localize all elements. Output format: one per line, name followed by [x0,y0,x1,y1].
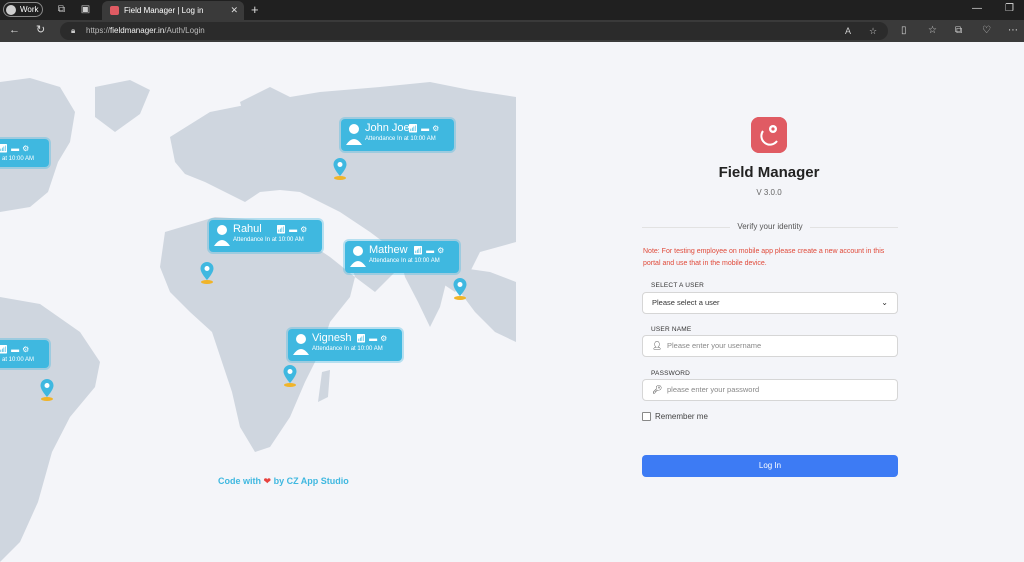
tab-title: Field Manager | Log in [124,6,204,15]
username-placeholder: Please enter your username [667,341,762,350]
minimize-icon[interactable]: — [972,3,982,14]
employee-card-subtitle: Attendance In at 10:00 AM [369,258,440,264]
refresh-icon[interactable]: ↻ [36,24,45,37]
read-aloud-icon[interactable]: A [845,22,851,40]
user-icon [350,246,366,267]
address-bar[interactable]: 🔒︎ https://fieldmanager.in/Auth/Login A … [60,22,888,40]
more-menu-icon[interactable]: ⋯ [1008,25,1018,37]
employee-card-john-joe: John Joe 📶︎▬⚙︎ Attendance In at 10:00 AM [341,119,454,151]
verify-heading: Verify your identity [730,222,810,231]
new-tab-icon[interactable]: + [251,2,259,17]
employee-card: 📶︎▬⚙︎ at 10:00 AM [0,340,49,368]
employee-card: 📶︎▬⚙︎ at 10:00 AM [0,139,49,167]
map-dot [510,326,513,329]
employee-card-vignesh: Vignesh 📶︎▬⚙︎ Attendance In at 10:00 AM [288,329,402,361]
user-select-value: Please select a user [652,298,720,307]
employee-card-subtitle: Attendance In at 10:00 AM [365,136,436,142]
user-icon: 👤︎ [652,341,663,350]
password-label: PASSWORD [651,370,691,377]
location-pin-icon [333,158,347,180]
url-host: fieldmanager.in [110,26,165,35]
favorites-icon[interactable]: ☆ [928,25,937,37]
status-icons: 📶︎▬⚙︎ [0,144,33,153]
location-pin-icon [200,262,214,284]
footer-credit: Code with ❤ by CZ App Studio [218,476,349,487]
user-icon [293,334,309,355]
username-field[interactable]: 👤︎ Please enter your username [642,335,898,357]
status-icons: 📶︎▬⚙︎ [276,225,311,234]
app-logo-icon [751,117,787,153]
status-icons: 📶︎▬⚙︎ [0,345,33,354]
status-icons: 📶︎▬⚙︎ [413,246,448,255]
employee-card-name: John Joe [365,122,410,134]
location-pin-icon [40,379,54,401]
employee-card-name: Rahul [233,223,262,235]
employee-card-subtitle: Attendance In at 10:00 AM [312,346,383,352]
employee-card-name: Mathew [369,244,408,256]
tab-field-manager[interactable]: Field Manager | Log in ✕ [102,1,244,20]
profile-button[interactable]: Work [3,2,43,17]
heart-icon: ❤ [263,476,272,486]
workspaces-icon[interactable]: ⧉ [56,4,67,15]
testing-note: Note: For testing employee on mobile app… [643,248,885,267]
avatar [6,4,16,15]
status-icons: 📶︎▬⚙︎ [408,124,443,133]
employee-card-name: Vignesh [312,332,352,344]
split-screen-icon[interactable]: ▯ [901,25,907,37]
employee-card-rahul: Rahul 📶︎▬⚙︎ Attendance In at 10:00 AM [209,220,322,252]
employee-card-mathew: Mathew 📶︎▬⚙︎ Attendance In at 10:00 AM [345,241,459,273]
key-icon: 🔑︎ [652,385,663,394]
remember-me-checkbox[interactable] [642,412,651,421]
tab-favicon-icon [110,6,119,15]
user-select[interactable]: Please select a user ⌄ [642,292,898,314]
app-version: V 3.0.0 [756,188,782,197]
login-page: 📶︎▬⚙︎ at 10:00 AM John Joe 📶︎▬⚙︎ Attenda… [0,42,1024,562]
user-icon [214,225,230,246]
profile-label: Work [20,5,39,14]
browser-essentials-icon[interactable]: ♡ [982,25,991,37]
back-icon[interactable]: ← [9,24,20,37]
employee-card-subtitle: at 10:00 AM [2,357,35,363]
remember-me[interactable]: Remember me [642,412,708,421]
close-tab-icon[interactable]: ✕ [230,5,238,16]
select-user-label: SELECT A USER [651,282,705,289]
credit-suffix: by CZ App Studio [273,476,349,486]
lock-icon: 🔒︎ [71,26,76,35]
status-icons: 📶︎▬⚙︎ [356,334,391,343]
credit-prefix: Code with [218,476,261,486]
url-prefix: https:// [86,26,111,35]
tab-actions-icon[interactable]: ▣ [80,4,91,15]
remember-me-label: Remember me [655,412,708,421]
app-title: Field Manager [718,164,820,181]
username-label: USER NAME [651,326,692,333]
password-placeholder: please enter your password [667,385,760,394]
url-path: /Auth/Login [164,26,205,35]
login-button[interactable]: Log In [642,455,898,477]
collections-icon[interactable]: ⧉ [955,25,962,37]
address-toolbar: ← ↻ 🔒︎ https://fieldmanager.in/Auth/Logi… [0,20,1024,42]
employee-card-subtitle: at 10:00 AM [2,156,35,162]
favorite-star-icon[interactable]: ☆ [869,22,877,40]
password-field[interactable]: 🔑︎ please enter your password [642,379,898,401]
restore-icon[interactable]: ❐ [1005,3,1014,14]
chevron-down-icon: ⌄ [881,298,888,307]
world-map-illustration: 📶︎▬⚙︎ at 10:00 AM John Joe 📶︎▬⚙︎ Attenda… [0,42,516,562]
location-pin-icon [453,278,467,300]
browser-tab-bar: Work ⧉ ▣ Field Manager | Log in ✕ + — ❐ [0,0,1024,20]
employee-card-subtitle: Attendance In at 10:00 AM [233,237,304,243]
location-pin-icon [283,365,297,387]
user-icon [346,124,362,145]
